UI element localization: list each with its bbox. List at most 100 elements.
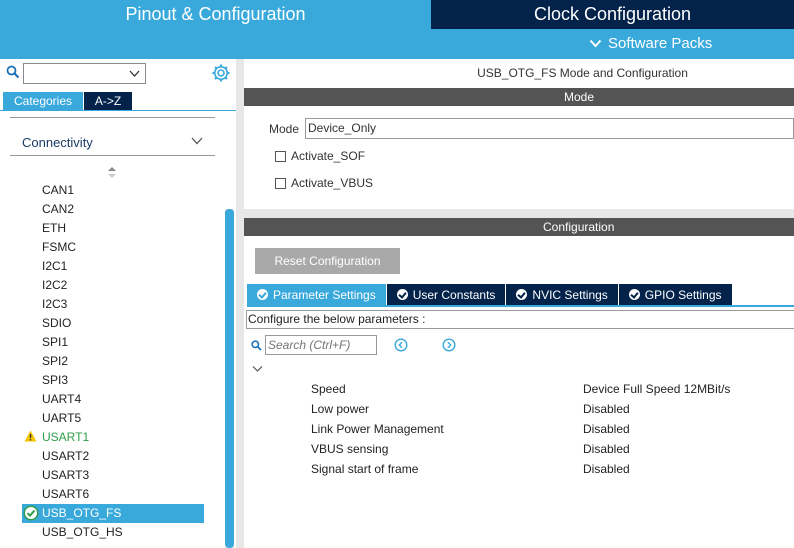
parameter-list: Speed Device Full Speed 12MBit/s Low power… [244, 379, 794, 479]
search-icon[interactable] [6, 65, 20, 79]
section-splitter[interactable] [244, 209, 794, 218]
tab-gpio-settings[interactable]: GPIO Settings [618, 284, 732, 305]
tab-label: GPIO Settings [644, 287, 722, 302]
parameter-value[interactable]: Disabled [583, 399, 630, 419]
tab-label: Parameter Settings [273, 287, 376, 302]
tabs-divider [0, 110, 236, 111]
parameter-value[interactable]: Disabled [583, 459, 630, 479]
peripheral-item[interactable]: SPI2 [0, 352, 225, 371]
panel-splitter[interactable] [236, 59, 244, 548]
checkbox-box[interactable] [275, 150, 286, 162]
mode-section-bar[interactable]: Mode [244, 88, 794, 106]
right-panel: USB_OTG_FS Mode and Configuration Mode M… [244, 59, 794, 548]
peripheral-item[interactable]: CAN1 [0, 181, 225, 200]
peripheral-item[interactable]: SPI1 [0, 333, 225, 352]
peripheral-item[interactable]: UART5 [0, 409, 225, 428]
tab-nvic-settings[interactable]: NVIC Settings [506, 284, 618, 305]
peripheral-label: SPI2 [42, 354, 69, 368]
top-tab-bar: Pinout & Configuration Clock Configurati… [0, 0, 794, 59]
tab-categories[interactable]: Categories [3, 92, 83, 110]
peripheral-label: USART3 [42, 468, 90, 482]
peripheral-item[interactable]: I2C1 [0, 257, 225, 276]
prev-circle-icon[interactable] [394, 338, 408, 352]
peripheral-list: CAN1 CAN2 ETH FSMC I2C1 I2C2 I2C3 SDIO SPI1 SPI2 S… [0, 181, 225, 542]
software-packs-menu[interactable]: Software Packs [589, 35, 712, 52]
peripheral-item[interactable]: CAN2 [0, 200, 225, 219]
peripheral-label: USART1 [42, 430, 90, 444]
peripheral-item[interactable]: SDIO [0, 314, 225, 333]
tabs-underline [247, 305, 794, 307]
next-circle-icon[interactable] [442, 338, 456, 352]
checkbox-box[interactable] [275, 177, 286, 189]
category-divider [10, 155, 215, 156]
peripheral-item[interactable]: USART2 [0, 447, 225, 466]
check-circle-icon [396, 289, 408, 300]
tab-a-to-z[interactable]: A->Z [84, 92, 132, 110]
peripheral-label: USART6 [42, 487, 90, 501]
configuration-section-label: Configuration [543, 220, 615, 234]
parameter-row[interactable]: Link Power Management Disabled [244, 419, 794, 439]
scrollbar-thumb[interactable] [225, 209, 234, 548]
peripheral-item[interactable]: ETH [0, 219, 225, 238]
tab-clock-configuration[interactable]: Clock Configuration [431, 0, 794, 29]
category-divider [10, 117, 215, 118]
search-icon[interactable] [251, 340, 262, 351]
mode-section-label: Mode [564, 90, 595, 104]
parameter-row[interactable]: Signal start of frame Disabled [244, 459, 794, 479]
parameter-value[interactable]: Disabled [583, 419, 630, 439]
chevron-down-icon [129, 70, 140, 77]
peripheral-label: SPI1 [42, 335, 69, 349]
parameter-name: Signal start of frame [311, 462, 419, 476]
configuration-section-bar[interactable]: Configuration [244, 218, 794, 236]
peripheral-item[interactable]: I2C2 [0, 276, 225, 295]
peripheral-label: ETH [42, 221, 66, 235]
peripheral-label: CAN2 [42, 202, 75, 216]
chevron-down-icon[interactable] [252, 365, 263, 373]
activate-sof-checkbox[interactable]: Activate_SOF [275, 149, 365, 163]
peripheral-label: UART4 [42, 392, 82, 406]
peripheral-item[interactable]: I2C3 [0, 295, 225, 314]
peripheral-item[interactable]: USART1 [0, 428, 225, 447]
activate-vbus-checkbox[interactable]: Activate_VBUS [275, 176, 373, 190]
peripheral-label: USART2 [42, 449, 90, 463]
mode-config-title: USB_OTG_FS Mode and Configuration [477, 66, 688, 80]
parameter-row[interactable]: VBUS sensing Disabled [244, 439, 794, 459]
parameter-row[interactable]: Speed Device Full Speed 12MBit/s [244, 379, 794, 399]
peripheral-item[interactable]: USB_OTG_HS [0, 523, 225, 542]
peripheral-item[interactable]: FSMC [0, 238, 225, 257]
peripheral-item[interactable]: USART3 [0, 466, 225, 485]
parameter-name: Low power [311, 402, 370, 416]
peripheral-label: USB_OTG_HS [42, 525, 123, 539]
peripheral-label: I2C1 [42, 259, 68, 273]
tab-pinout-configuration[interactable]: Pinout & Configuration [0, 0, 431, 29]
peripheral-label: I2C3 [42, 297, 68, 311]
tab-user-constants[interactable]: User Constants [386, 284, 506, 305]
peripheral-item[interactable]: UART4 [0, 390, 225, 409]
chevron-down-icon[interactable] [191, 137, 203, 145]
tab-label: NVIC Settings [532, 287, 608, 302]
reset-configuration-button[interactable]: Reset Configuration [255, 248, 400, 274]
peripheral-item[interactable]: USB_OTG_FS [22, 504, 204, 523]
activate-vbus-label: Activate_VBUS [291, 176, 374, 190]
peripheral-item[interactable]: SPI3 [0, 371, 225, 390]
peripheral-item[interactable]: USART6 [0, 485, 225, 504]
peripheral-label: UART5 [42, 411, 82, 425]
peripheral-label: I2C2 [42, 278, 68, 292]
parameters-instructions: Configure the below parameters : [246, 310, 794, 329]
category-connectivity-header[interactable]: Connectivity [22, 135, 93, 150]
parameter-row[interactable]: Low power Disabled [244, 399, 794, 419]
parameter-search-input[interactable] [265, 335, 377, 355]
parameter-value[interactable]: Disabled [583, 439, 630, 459]
warning-icon [24, 430, 37, 442]
check-circle-icon [23, 505, 39, 521]
peripheral-search-select[interactable] [23, 63, 146, 84]
parameter-value[interactable]: Device Full Speed 12MBit/s [583, 379, 730, 399]
sort-icon[interactable] [108, 167, 116, 178]
parameter-name: Speed [311, 382, 346, 396]
mode-label: Mode [269, 122, 300, 136]
tab-parameter-settings[interactable]: Parameter Settings [247, 284, 386, 305]
mode-select[interactable]: Device_Only [305, 118, 794, 139]
configuration-tabs: Parameter Settings User Constants NVIC S… [247, 284, 732, 305]
peripheral-label: SPI3 [42, 373, 69, 387]
gear-icon[interactable] [212, 64, 230, 82]
